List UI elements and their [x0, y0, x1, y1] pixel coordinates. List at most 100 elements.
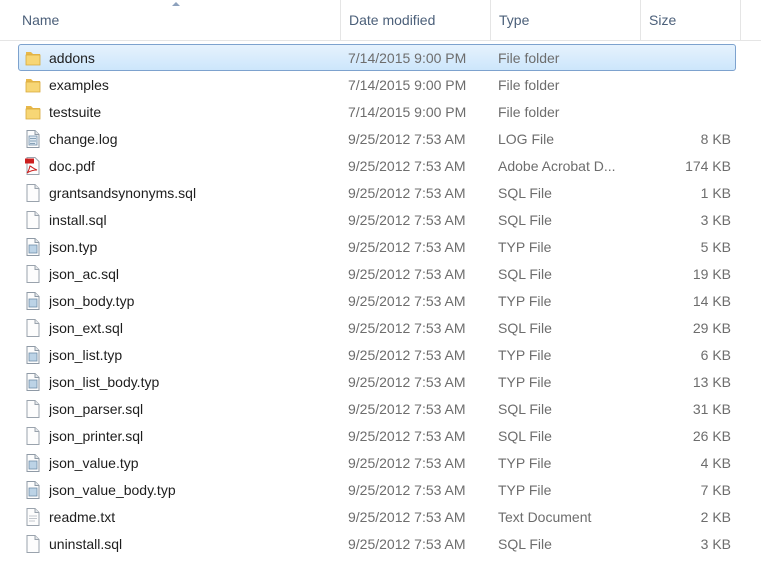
name-column-header[interactable]: Name	[14, 0, 341, 40]
file-date-modified: 9/25/2012 7:53 AM	[348, 509, 466, 525]
file-date-modified: 9/25/2012 7:53 AM	[348, 212, 466, 228]
file-icon	[24, 183, 42, 203]
file-icon	[24, 399, 42, 419]
file-type: Text Document	[498, 509, 592, 525]
file-type: LOG File	[498, 131, 555, 147]
file-size: 26 KB	[692, 428, 731, 444]
file-name: json_value_body.typ	[49, 482, 176, 498]
file-row[interactable]: testsuite 7/14/2015 9:00 PM File folder	[18, 98, 736, 125]
file-name: testsuite	[49, 104, 102, 120]
folder-icon	[24, 102, 42, 122]
file-row[interactable]: json_printer.sql 9/25/2012 7:53 AM SQL Fil…	[18, 422, 736, 449]
file-size	[639, 45, 731, 70]
file-date-modified: 9/25/2012 7:53 AM	[348, 320, 466, 336]
file-date-modified: 9/25/2012 7:53 AM	[348, 374, 466, 390]
file-name: grantsandsynonyms.sql	[49, 185, 197, 201]
file-date-modified: 9/25/2012 7:53 AM	[348, 482, 466, 498]
file-size	[639, 99, 731, 124]
file-size: 174 KB	[685, 158, 731, 174]
sort-ascending-icon	[172, 2, 180, 6]
file-name: json_body.typ	[49, 293, 135, 309]
file-type: SQL File	[498, 401, 552, 417]
file-date-modified: 9/25/2012 7:53 AM	[348, 401, 466, 417]
file-icon	[24, 264, 42, 284]
file-date-modified: 9/25/2012 7:53 AM	[348, 536, 466, 552]
file-size: 2 KB	[700, 509, 731, 525]
file-row[interactable]: json_list.typ 9/25/2012 7:53 AM TYP File 6 …	[18, 341, 736, 368]
column-header-bar: Name Date modified Type Size	[0, 0, 761, 41]
file-type: TYP File	[498, 374, 552, 390]
file-date-modified: 9/25/2012 7:53 AM	[348, 455, 466, 471]
file-size: 13 KB	[692, 374, 731, 390]
file-size: 5 KB	[700, 239, 731, 255]
file-row[interactable]: doc.pdf 9/25/2012 7:53 AM Adobe Acrobat D.…	[18, 152, 736, 179]
file-type: SQL File	[498, 320, 552, 336]
file-size: 3 KB	[700, 536, 731, 552]
file-date-modified: 9/25/2012 7:53 AM	[348, 239, 466, 255]
typ-file-icon	[24, 453, 42, 473]
file-icon	[24, 426, 42, 446]
file-type: File folder	[498, 50, 560, 66]
file-row[interactable]: install.sql 9/25/2012 7:53 AM SQL File 3 KB	[18, 206, 736, 233]
typ-file-icon	[24, 372, 42, 392]
file-type: Adobe Acrobat D...	[498, 158, 616, 174]
file-name: json_ac.sql	[49, 266, 120, 282]
typ-file-icon	[24, 237, 42, 257]
type-column-header[interactable]: Type	[491, 0, 641, 40]
file-date-modified: 9/25/2012 7:53 AM	[348, 347, 466, 363]
file-size: 3 KB	[700, 212, 731, 228]
file-date-modified: 7/14/2015 9:00 PM	[348, 50, 467, 66]
file-row[interactable]: json_ac.sql 9/25/2012 7:53 AM SQL File 19 K…	[18, 260, 736, 287]
file-name: doc.pdf	[49, 158, 95, 174]
file-row[interactable]: readme.txt 9/25/2012 7:53 AM Text Document…	[18, 503, 736, 530]
folder-icon	[24, 48, 42, 68]
file-row[interactable]: json.typ 9/25/2012 7:53 AM TYP File 5 KB	[18, 233, 736, 260]
file-date-modified: 7/14/2015 9:00 PM	[348, 77, 467, 93]
file-name: examples	[49, 77, 109, 93]
name-column-label: Name	[22, 12, 60, 28]
file-size: 31 KB	[692, 401, 731, 417]
file-date-modified: 9/25/2012 7:53 AM	[348, 266, 466, 282]
file-type: TYP File	[498, 239, 552, 255]
file-date-modified: 7/14/2015 9:00 PM	[348, 104, 467, 120]
file-name: addons	[49, 50, 95, 66]
file-row[interactable]: addons 7/14/2015 9:00 PM File folder	[18, 44, 736, 71]
file-row[interactable]: uninstall.sql 9/25/2012 7:53 AM SQL File 3 …	[18, 530, 736, 557]
size-column-label: Size	[649, 12, 677, 28]
size-column-header[interactable]: Size	[641, 0, 741, 40]
file-size: 14 KB	[692, 293, 731, 309]
file-size: 6 KB	[700, 347, 731, 363]
file-type: SQL File	[498, 428, 552, 444]
file-name: uninstall.sql	[49, 536, 123, 552]
file-row[interactable]: change.log 9/25/2012 7:53 AM LOG File 8 KB	[18, 125, 736, 152]
file-date-modified: 9/25/2012 7:53 AM	[348, 428, 466, 444]
file-type: File folder	[498, 104, 560, 120]
file-type: TYP File	[498, 455, 552, 471]
file-icon	[24, 210, 42, 230]
file-row[interactable]: json_value.typ 9/25/2012 7:53 AM TYP File 4…	[18, 449, 736, 476]
file-row[interactable]: json_list_body.typ 9/25/2012 7:53 AM TYP F…	[18, 368, 736, 395]
file-row[interactable]: json_ext.sql 9/25/2012 7:53 AM SQL File 29 …	[18, 314, 736, 341]
file-size: 29 KB	[692, 320, 731, 336]
typ-file-icon	[24, 291, 42, 311]
file-size: 4 KB	[700, 455, 731, 471]
type-column-label: Type	[499, 12, 530, 28]
file-type: SQL File	[498, 185, 552, 201]
file-type: TYP File	[498, 293, 552, 309]
file-type: TYP File	[498, 482, 552, 498]
file-type: SQL File	[498, 266, 552, 282]
file-type: SQL File	[498, 212, 552, 228]
file-name: json.typ	[49, 239, 98, 255]
file-size: 7 KB	[700, 482, 731, 498]
date-modified-column-header[interactable]: Date modified	[341, 0, 491, 40]
file-row[interactable]: examples 7/14/2015 9:00 PM File folder	[18, 71, 736, 98]
file-row[interactable]: json_parser.sql 9/25/2012 7:53 AM SQL File…	[18, 395, 736, 422]
file-name: json_list.typ	[49, 347, 123, 363]
file-name: json_printer.sql	[49, 428, 144, 444]
file-type: TYP File	[498, 347, 552, 363]
file-row[interactable]: json_value_body.typ 9/25/2012 7:53 AM TYP …	[18, 476, 736, 503]
file-row[interactable]: grantsandsynonyms.sql 9/25/2012 7:53 AM SQ…	[18, 179, 736, 206]
file-row[interactable]: json_body.typ 9/25/2012 7:53 AM TYP File 14…	[18, 287, 736, 314]
log-file-icon	[24, 129, 42, 149]
file-name: change.log	[49, 131, 118, 147]
